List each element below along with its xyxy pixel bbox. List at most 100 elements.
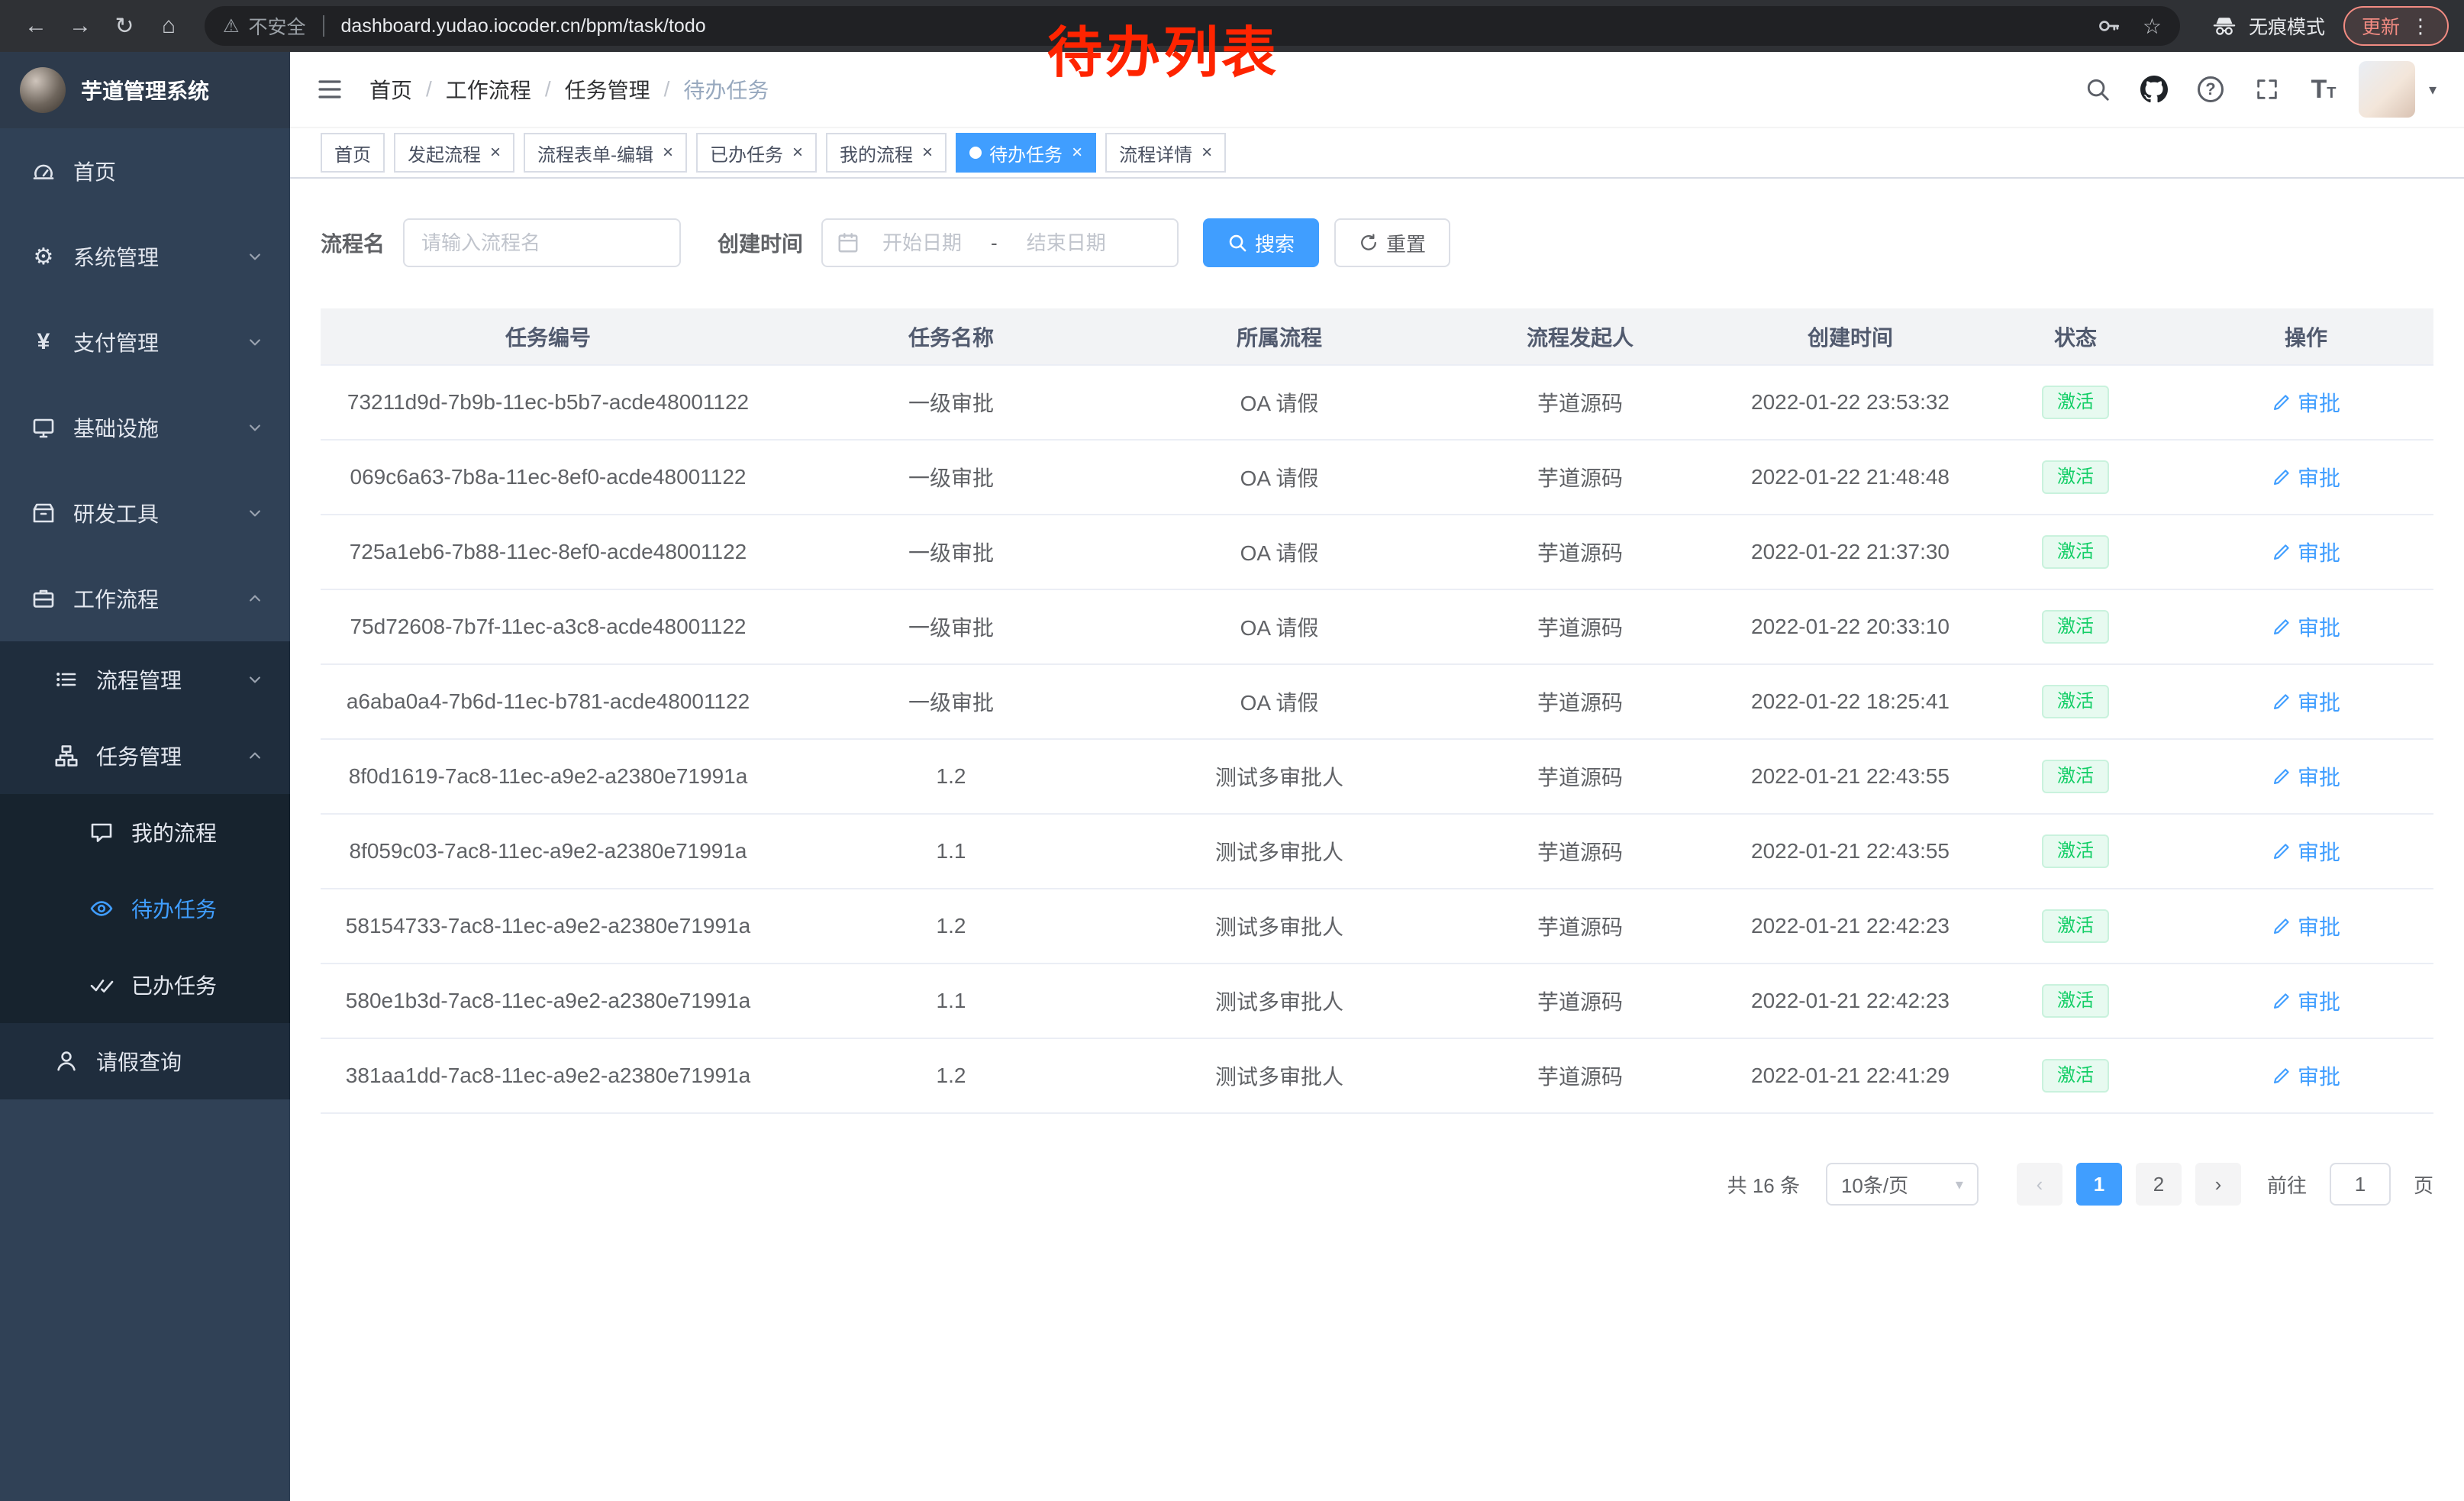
- search-button[interactable]: 搜索: [1203, 218, 1319, 267]
- sidebar-item-process-management[interactable]: 流程管理: [0, 641, 290, 718]
- reset-button[interactable]: 重置: [1334, 218, 1450, 267]
- password-key-icon[interactable]: [2095, 13, 2121, 39]
- approve-label: 审批: [2298, 986, 2340, 1016]
- tab-process-detail[interactable]: 流程详情 ×: [1105, 133, 1226, 173]
- table-row: 580e1b3d-7ac8-11ec-a9e2-a2380e71991a 1.1…: [321, 964, 2433, 1038]
- sidebar-item-leave-query[interactable]: 请假查询: [0, 1023, 290, 1099]
- fullscreen-icon[interactable]: [2246, 62, 2288, 117]
- cell-task-name: 1.1: [776, 964, 1127, 1038]
- update-button[interactable]: 更新 ⋮: [2343, 6, 2449, 46]
- user-avatar[interactable]: [2359, 61, 2415, 118]
- reload-icon[interactable]: ↻: [104, 5, 145, 47]
- sidebar-item-system[interactable]: ⚙ 系统管理: [0, 214, 290, 299]
- breadcrumb-task-management[interactable]: 任务管理: [565, 74, 650, 105]
- breadcrumb-current: 待办任务: [683, 74, 769, 105]
- start-date-input[interactable]: [863, 231, 982, 255]
- sidebar-item-infrastructure[interactable]: 基础设施: [0, 385, 290, 470]
- tab-label: 流程详情: [1119, 140, 1192, 166]
- approve-button[interactable]: 审批: [2272, 387, 2340, 418]
- tab-close-icon[interactable]: ×: [922, 144, 933, 162]
- cell-process: OA 请假: [1127, 440, 1432, 515]
- address-divider: [323, 15, 324, 37]
- cell-initiator: 芋道源码: [1432, 739, 1728, 814]
- page-button-1[interactable]: 1: [2076, 1163, 2122, 1206]
- page-size-select[interactable]: 10条/页 ▾: [1826, 1163, 1979, 1206]
- prev-page-button[interactable]: ‹: [2017, 1163, 2062, 1206]
- cell-created: 2022-01-21 22:43:55: [1728, 739, 1972, 814]
- sidebar-item-devtools[interactable]: 研发工具: [0, 470, 290, 556]
- github-icon[interactable]: [2133, 62, 2175, 117]
- cell-status: 激活: [1972, 964, 2179, 1038]
- approve-button[interactable]: 审批: [2272, 686, 2340, 717]
- font-size-icon[interactable]: TT: [2302, 62, 2345, 117]
- cell-initiator: 芋道源码: [1432, 664, 1728, 739]
- active-dot-icon: [969, 147, 982, 159]
- breadcrumb-workflow[interactable]: 工作流程: [446, 74, 531, 105]
- cell-task-name: 1.2: [776, 739, 1127, 814]
- sidebar-item-todo-tasks[interactable]: 待办任务: [0, 870, 290, 947]
- approve-button[interactable]: 审批: [2272, 1060, 2340, 1091]
- approve-button[interactable]: 审批: [2272, 761, 2340, 792]
- approve-button[interactable]: 审批: [2272, 836, 2340, 867]
- cell-created: 2022-01-22 18:25:41: [1728, 664, 1972, 739]
- column-created: 创建时间: [1728, 308, 1972, 365]
- bookmark-star-icon[interactable]: ☆: [2143, 14, 2162, 39]
- approve-button[interactable]: 审批: [2272, 986, 2340, 1016]
- cell-status: 激活: [1972, 889, 2179, 964]
- sidebar-item-my-processes[interactable]: 我的流程: [0, 794, 290, 870]
- end-date-input[interactable]: [1007, 231, 1126, 255]
- table-row: 8f0d1619-7ac8-11ec-a9e2-a2380e71991a 1.2…: [321, 739, 2433, 814]
- sidebar-item-workflow[interactable]: 工作流程: [0, 556, 290, 641]
- app-title: 芋道管理系统: [81, 75, 209, 105]
- page-button-2[interactable]: 2: [2136, 1163, 2182, 1206]
- cell-action: 审批: [2179, 964, 2433, 1038]
- approve-label: 审批: [2298, 612, 2340, 642]
- home-icon[interactable]: ⌂: [148, 5, 189, 47]
- tab-todo-tasks[interactable]: 待办任务×: [956, 133, 1096, 173]
- tab-label: 流程表单-编辑: [537, 140, 653, 166]
- help-icon[interactable]: ?: [2189, 62, 2232, 117]
- main-area: 首页 / 工作流程 / 任务管理 / 待办任务 ? TT ▾ 首页 发起流程×: [290, 52, 2464, 1501]
- tab-home[interactable]: 首页: [321, 133, 385, 173]
- forward-icon[interactable]: →: [60, 5, 101, 47]
- approve-label: 审批: [2298, 537, 2340, 567]
- process-name-input[interactable]: [403, 218, 681, 267]
- tab-close-icon[interactable]: ×: [1072, 144, 1082, 162]
- breadcrumb-home[interactable]: 首页: [369, 74, 412, 105]
- tab-close-icon[interactable]: ×: [490, 144, 501, 162]
- top-navbar: 首页 / 工作流程 / 任务管理 / 待办任务 ? TT ▾: [290, 52, 2464, 128]
- approve-button[interactable]: 审批: [2272, 911, 2340, 941]
- sidebar-item-done-tasks[interactable]: 已办任务: [0, 947, 290, 1023]
- sidebar-item-payment[interactable]: ¥ 支付管理: [0, 299, 290, 385]
- search-icon[interactable]: [2076, 62, 2119, 117]
- search-button-label: 搜索: [1255, 229, 1295, 257]
- tab-launch-process[interactable]: 发起流程×: [394, 133, 514, 173]
- avatar-caret-icon[interactable]: ▾: [2429, 80, 2437, 99]
- sidebar-item-task-management[interactable]: 任务管理: [0, 718, 290, 794]
- cell-process: OA 请假: [1127, 515, 1432, 589]
- breadcrumb: 首页 / 工作流程 / 任务管理 / 待办任务: [369, 74, 769, 105]
- approve-button[interactable]: 审批: [2272, 612, 2340, 642]
- approve-button[interactable]: 审批: [2272, 462, 2340, 492]
- pagination: 共 16 条 10条/页 ▾ ‹ 1 2 › 前往 页: [321, 1163, 2433, 1206]
- goto-page-input[interactable]: [2330, 1163, 2391, 1206]
- approve-button[interactable]: 审批: [2272, 537, 2340, 567]
- sidebar-item-home[interactable]: 首页: [0, 128, 290, 214]
- tab-close-icon[interactable]: ×: [663, 144, 673, 162]
- tab-close-icon[interactable]: ×: [792, 144, 803, 162]
- sidebar-collapse-icon[interactable]: [290, 51, 369, 128]
- total-count: 共 16 条: [1727, 1170, 1800, 1199]
- next-page-button[interactable]: ›: [2195, 1163, 2241, 1206]
- date-range-picker[interactable]: -: [821, 218, 1179, 267]
- tab-done-tasks[interactable]: 已办任务×: [696, 133, 817, 173]
- tab-my-processes[interactable]: 我的流程×: [826, 133, 947, 173]
- cell-task-name: 1.1: [776, 814, 1127, 889]
- cell-action: 审批: [2179, 739, 2433, 814]
- status-badge: 激活: [2042, 386, 2109, 420]
- tab-close-icon[interactable]: ×: [1201, 144, 1212, 162]
- cell-task-id: a6aba0a4-7b6d-11ec-b781-acde48001122: [321, 664, 776, 739]
- status-badge: 激活: [2042, 535, 2109, 570]
- tab-form-edit[interactable]: 流程表单-编辑 ×: [524, 133, 687, 173]
- back-icon[interactable]: ←: [15, 5, 56, 47]
- sidebar-item-label: 系统管理: [73, 241, 159, 272]
